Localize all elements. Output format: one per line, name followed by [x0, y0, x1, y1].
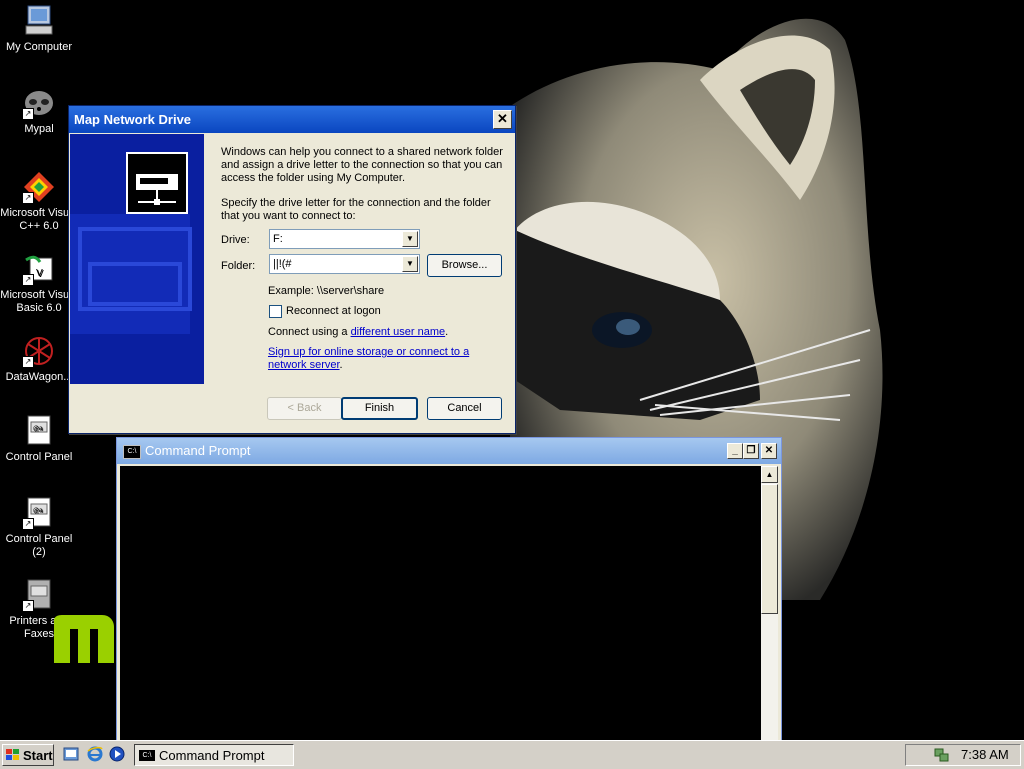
scroll-up-icon[interactable]: ▲: [761, 466, 778, 483]
system-tray: 7:38 AM: [905, 744, 1021, 766]
desktop-icon-label: Microsoft Visual Basic 6.0: [0, 289, 78, 314]
close-icon: ✕: [497, 111, 508, 126]
signup-text: Sign up for online storage or connect to…: [268, 346, 470, 371]
drive-combobox[interactable]: F: ▼: [269, 229, 420, 249]
dialog-side-panel: [70, 134, 204, 384]
network-icon[interactable]: [934, 748, 950, 762]
desktop-icon-label: Control Panel: [5, 451, 73, 463]
taskbar-item-label: Command Prompt: [159, 748, 265, 763]
m-logo-icon: [54, 615, 114, 663]
instruction-text: Specify the drive letter for the connect…: [221, 197, 491, 222]
clock[interactable]: 7:38 AM: [961, 745, 1009, 765]
map-network-drive-dialog: Map Network Drive ✕ Windows can help you…: [68, 105, 516, 434]
folder-label: Folder:: [221, 260, 256, 272]
mypal-icon: ↗: [22, 86, 56, 120]
desktop-icon-control-panel[interactable]: @a Control Panel: [0, 414, 78, 464]
cmd-title: Command Prompt: [145, 443, 251, 458]
restore-button[interactable]: ❐: [743, 443, 759, 459]
control-panel-icon: @a ↗: [22, 496, 56, 530]
my-computer-icon: [22, 4, 56, 38]
printers-icon: ↗: [22, 578, 56, 612]
windows-logo-icon: [6, 749, 19, 760]
desktop-icon-visual-basic[interactable]: V ↗ Microsoft Visual Basic 6.0: [0, 252, 78, 315]
desktop-icon-visual-cpp[interactable]: ↗ Microsoft Visual C++ 6.0: [0, 170, 78, 233]
show-desktop-icon[interactable]: [63, 746, 79, 762]
svg-text:V: V: [36, 268, 43, 279]
chevron-down-icon[interactable]: ▼: [402, 231, 418, 247]
minimize-icon: _: [732, 445, 738, 456]
dialog-title: Map Network Drive: [74, 112, 192, 127]
desktop-icon-control-panel-2[interactable]: @a ↗ Control Panel (2): [0, 496, 78, 559]
desktop-icon-datawagon[interactable]: ↗ DataWagon...: [0, 334, 78, 384]
minimize-button[interactable]: _: [727, 443, 743, 459]
command-prompt-window: C:\ Command Prompt _ ❐ ✕ ▲: [116, 437, 782, 743]
svg-text:@a: @a: [33, 425, 43, 432]
folder-combobox[interactable]: ||!(# ▼: [269, 254, 420, 274]
svg-text:@a: @a: [33, 507, 43, 514]
cancel-button[interactable]: Cancel: [427, 397, 502, 420]
desktop-icon-label: Control Panel (2): [5, 533, 73, 558]
reconnect-label: Reconnect at logon: [286, 305, 381, 317]
cmd-console[interactable]: [120, 466, 761, 742]
reconnect-checkbox[interactable]: [269, 305, 282, 318]
start-button[interactable]: Start: [2, 744, 54, 766]
cmd-scrollbar[interactable]: ▲: [761, 466, 778, 742]
folder-value: ||!(#: [273, 258, 292, 270]
network-drive-icon: [126, 152, 188, 214]
close-button[interactable]: ✕: [761, 443, 777, 459]
media-player-icon[interactable]: [109, 746, 125, 762]
taskbar-command-prompt[interactable]: C:\ Command Prompt: [134, 744, 294, 766]
desktop-icon-my-computer[interactable]: My Computer: [0, 4, 78, 54]
desktop-icon-label: My Computer: [5, 41, 73, 53]
internet-explorer-icon[interactable]: [87, 746, 103, 762]
browse-button[interactable]: Browse...: [427, 254, 502, 277]
scroll-thumb[interactable]: [761, 484, 778, 614]
drive-value: F:: [273, 233, 283, 245]
desktop-icon-label: Microsoft Visual C++ 6.0: [0, 207, 78, 232]
drive-label: Drive:: [221, 234, 250, 246]
different-user-link[interactable]: different user name: [351, 326, 446, 338]
cmd-titlebar[interactable]: C:\ Command Prompt _ ❐ ✕: [117, 438, 781, 464]
desktop-icon-mypal[interactable]: ↗ Mypal: [0, 86, 78, 136]
example-text: Example: \\server\share: [268, 285, 385, 297]
finish-button[interactable]: Finish: [341, 397, 418, 420]
dialog-titlebar[interactable]: Map Network Drive ✕: [69, 106, 515, 133]
visual-cpp-icon: ↗: [22, 170, 56, 204]
close-icon: ✕: [764, 445, 774, 456]
desktop-icon-label: Mypal: [24, 123, 54, 135]
start-label: Start: [23, 748, 53, 763]
datawagon-icon: ↗: [22, 334, 56, 368]
taskbar: Start C:\ Command Prompt 7:38 AM: [0, 740, 1024, 769]
visual-basic-icon: V ↗: [22, 252, 56, 286]
signup-link[interactable]: Sign up for online storage or connect to…: [268, 346, 469, 371]
intro-text: Windows can help you connect to a shared…: [221, 146, 503, 184]
close-button[interactable]: ✕: [493, 110, 512, 129]
back-button[interactable]: < Back: [267, 397, 342, 420]
desktop-icon-label: DataWagon...: [5, 371, 73, 383]
chevron-down-icon[interactable]: ▼: [402, 256, 418, 272]
control-panel-icon: @a: [22, 414, 56, 448]
connect-using-text: Connect using a different user name.: [268, 326, 449, 338]
cmd-icon: C:\: [123, 445, 141, 459]
restore-icon: ❐: [746, 445, 756, 456]
cmd-icon: C:\: [139, 750, 155, 761]
